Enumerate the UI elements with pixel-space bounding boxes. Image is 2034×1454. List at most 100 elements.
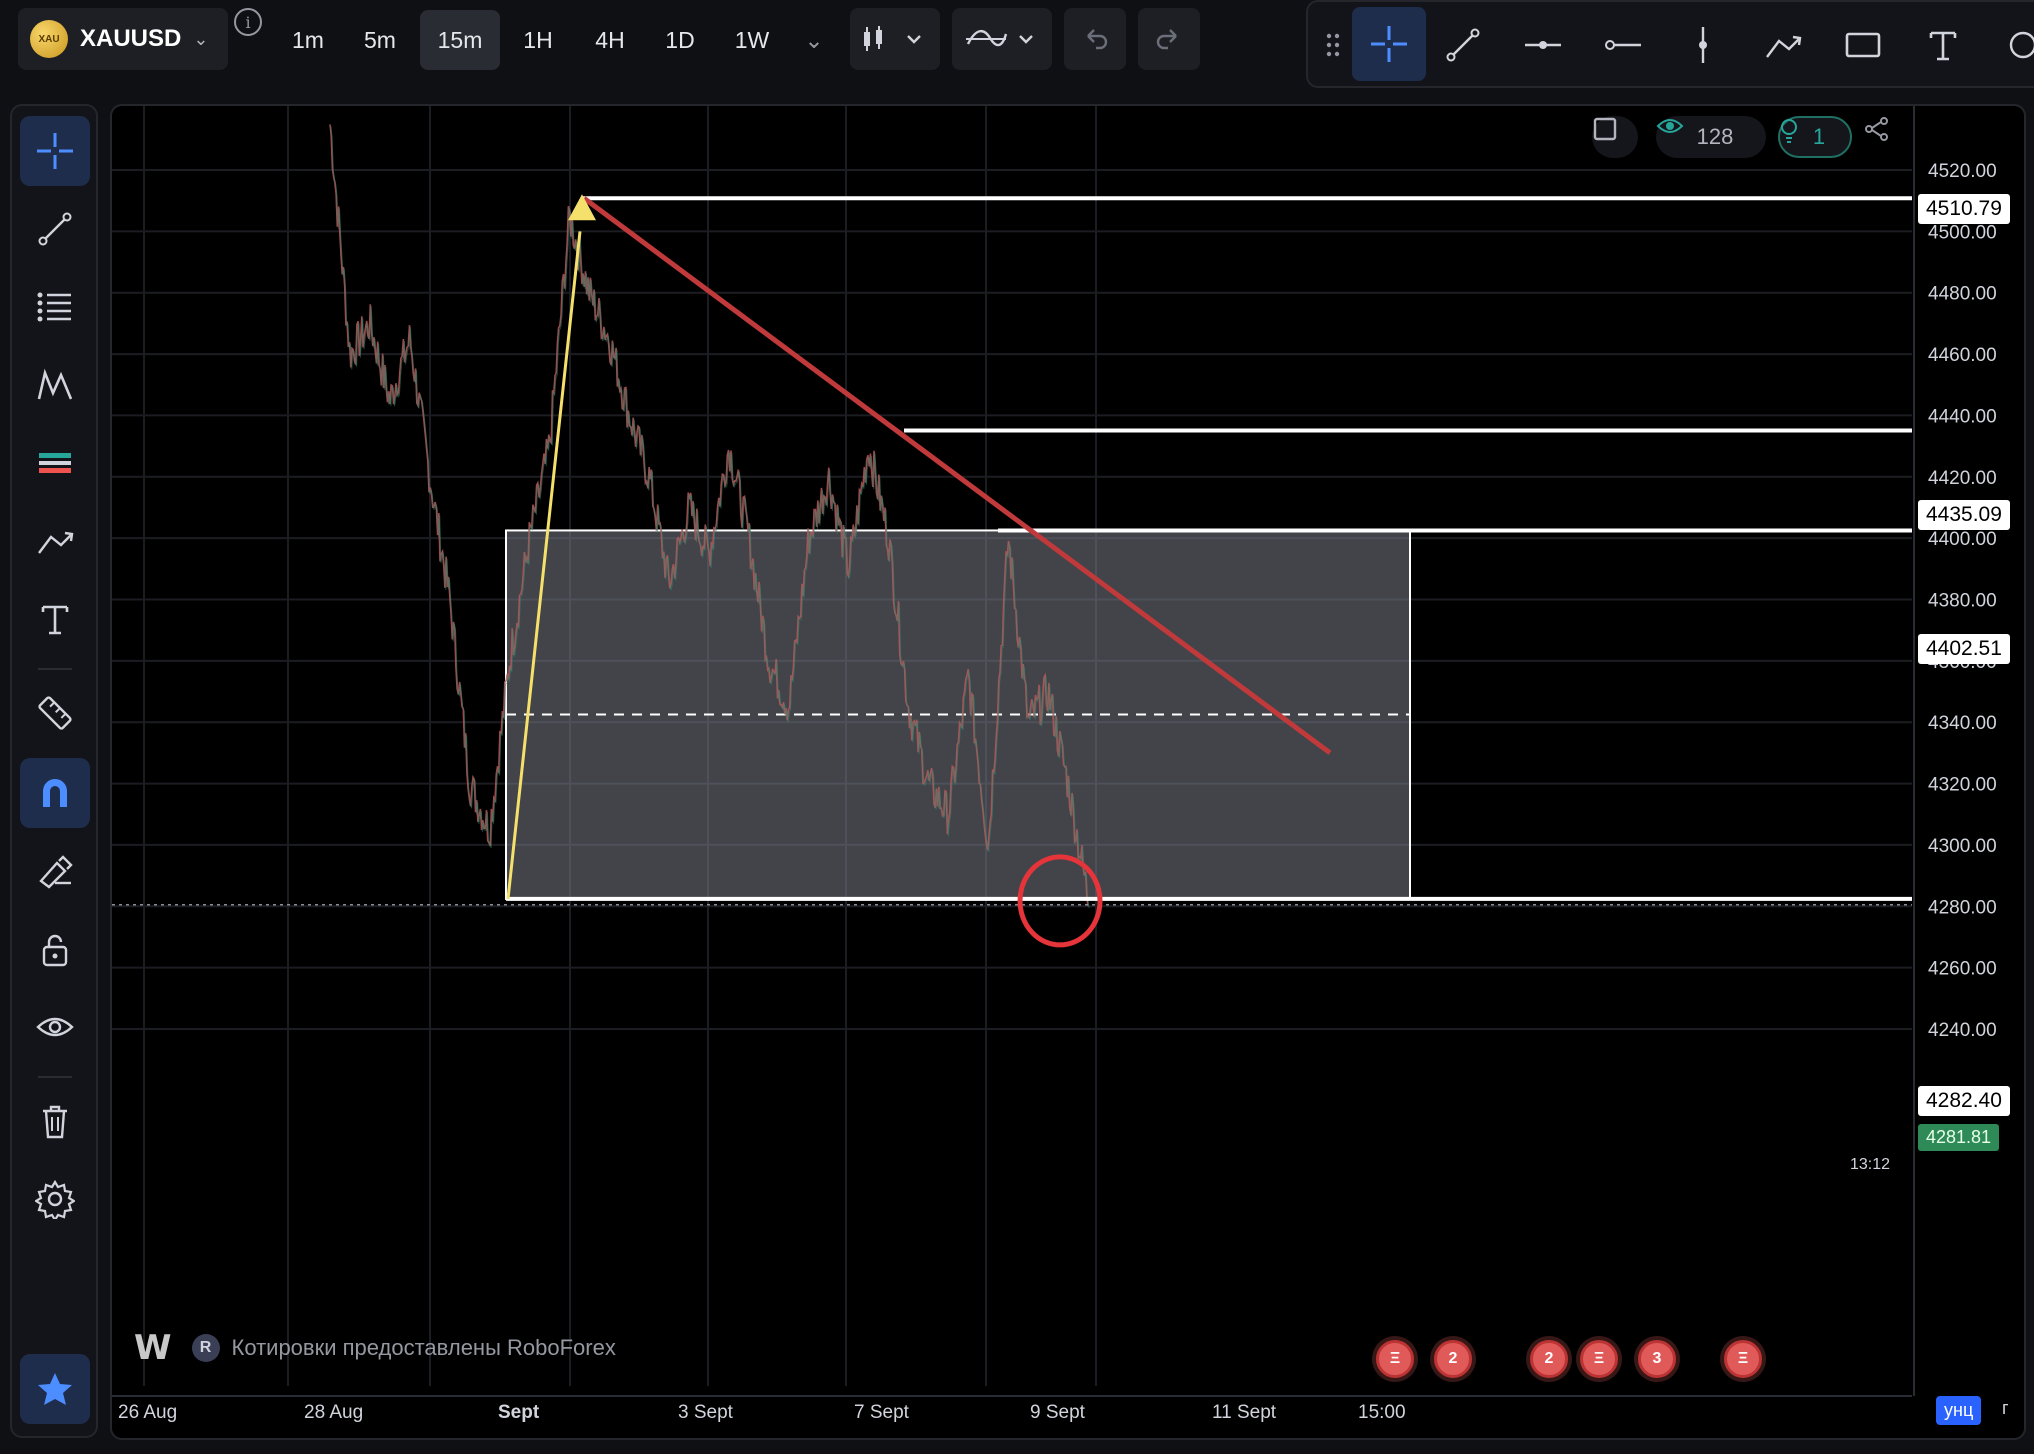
economic-event-icon[interactable]: Ξ xyxy=(1376,1340,1414,1378)
sidebar-measure[interactable] xyxy=(20,678,90,748)
ruler-icon xyxy=(38,696,72,730)
sidebar-prediction[interactable] xyxy=(20,428,90,498)
time-label: 15:00 xyxy=(1358,1402,1406,1423)
provider-text: Котировки предоставлены RoboForex xyxy=(231,1335,616,1360)
horizontal-ray-icon xyxy=(1605,40,1641,50)
price-tick-label: 4320.00 xyxy=(1928,775,1997,796)
star-icon xyxy=(38,1373,72,1405)
undo-icon xyxy=(1087,29,1108,50)
ideas-count: 1 xyxy=(1812,124,1826,149)
undo-button[interactable] xyxy=(1064,8,1126,70)
sidebar-settings[interactable] xyxy=(20,1164,90,1234)
square-icon xyxy=(1593,117,1617,141)
share-icon xyxy=(1865,117,1888,141)
timeframe-5m[interactable]: 5m xyxy=(350,10,410,70)
timeframe-1w[interactable]: 1W xyxy=(726,10,778,70)
gold-coin-icon: XAU xyxy=(30,20,68,58)
timeframe-more-chevron-icon[interactable]: ⌄ xyxy=(796,10,832,70)
economic-event-badge[interactable]: 3 xyxy=(1638,1340,1676,1378)
gear-icon xyxy=(35,1179,75,1219)
level-label-4510: 4510.79 xyxy=(1918,194,2010,224)
crosshair-icon xyxy=(37,133,73,169)
crosshair-tool[interactable] xyxy=(1352,7,1426,81)
sidebar-fib-tools[interactable] xyxy=(20,272,90,342)
timeframe-1h[interactable]: 1H xyxy=(512,10,564,70)
sidebar-magnet[interactable] xyxy=(20,758,90,828)
economic-event-icon[interactable]: Ξ xyxy=(1580,1340,1618,1378)
language-toggle[interactable]: унц xyxy=(1936,1396,1982,1425)
level-label-4282: 4282.40 xyxy=(1918,1086,2010,1116)
price-tick-label: 4460.00 xyxy=(1928,345,1997,366)
sidebar-lock[interactable] xyxy=(20,914,90,984)
timeframe-15m[interactable]: 15m xyxy=(420,10,500,70)
info-icon[interactable]: i xyxy=(234,8,262,36)
sidebar-delete[interactable] xyxy=(20,1086,90,1156)
eye-icon xyxy=(1656,119,1684,133)
indicators-icon xyxy=(966,30,1033,47)
text-icon xyxy=(41,605,69,635)
vertical-line-tool[interactable] xyxy=(1674,16,1732,74)
price-tick-label: 4500.00 xyxy=(1928,222,1997,243)
time-label: 3 Sept xyxy=(678,1402,733,1423)
trend-line-icon xyxy=(38,212,72,246)
eye-icon xyxy=(36,1017,74,1037)
vertical-line-icon xyxy=(1699,27,1707,63)
time-label: 11 Sept xyxy=(1212,1402,1277,1423)
redo-button[interactable] xyxy=(1138,8,1200,70)
trash-icon xyxy=(43,1105,67,1139)
time-label: 28 Aug xyxy=(304,1402,364,1423)
trend-line-tool[interactable] xyxy=(1434,16,1492,74)
position-icon xyxy=(39,453,71,473)
ideas-counter[interactable]: 1 xyxy=(1778,116,1852,158)
sidebar-text[interactable] xyxy=(20,584,90,654)
views-counter[interactable]: 128 xyxy=(1656,116,1766,158)
layout-toggle[interactable] xyxy=(1592,116,1638,158)
economic-event-badge[interactable]: 2 xyxy=(1434,1340,1472,1378)
sidebar-draw-mode[interactable] xyxy=(20,836,90,906)
share-button[interactable] xyxy=(1864,116,1904,158)
sidebar-favorites[interactable] xyxy=(20,1354,90,1424)
horizontal-ray-tool[interactable] xyxy=(1594,16,1652,74)
price-tick-label: 4280.00 xyxy=(1928,897,1997,918)
sidebar-patterns[interactable] xyxy=(20,350,90,420)
level-label-4435: 4435.09 xyxy=(1918,500,2010,530)
timeframe-1d[interactable]: 1D xyxy=(656,10,704,70)
horizontal-line-tool[interactable] xyxy=(1514,16,1572,74)
sidebar-separator xyxy=(38,1076,72,1078)
language-other[interactable]: г xyxy=(2002,1398,2009,1419)
price-tick-label: 4300.00 xyxy=(1928,836,1997,857)
sidebar-path[interactable] xyxy=(20,506,90,576)
sidebar-crosshair[interactable] xyxy=(20,116,90,186)
timeframe-1m[interactable]: 1m xyxy=(280,10,336,70)
indicators-button[interactable] xyxy=(952,8,1052,70)
more-tools-icon[interactable] xyxy=(1992,16,2034,74)
price-tick-label: 4480.00 xyxy=(1928,284,1997,305)
range-box-layer xyxy=(505,529,1411,900)
trend-line-icon xyxy=(1446,28,1480,62)
candles-icon xyxy=(864,26,921,51)
sidebar-visibility[interactable] xyxy=(20,992,90,1062)
symbol-selector[interactable]: XAU XAUUSD ⌄ xyxy=(18,8,228,70)
text-icon xyxy=(1929,31,1957,61)
drag-handle-icon[interactable] xyxy=(1318,16,1348,74)
economic-event-icon[interactable]: Ξ xyxy=(1724,1340,1762,1378)
top-toolbar: XAU XAUUSD ⌄ i 1m 5m 15m 1H 4H 1D 1W ⌄ xyxy=(0,0,2034,90)
path-tool[interactable] xyxy=(1754,16,1812,74)
chart-type-button[interactable] xyxy=(850,8,940,70)
chart-pane[interactable]: 4520.00 4500.00 4480.00 4460.00 4440.00 4420.… xyxy=(110,104,2026,1440)
economic-event-badge[interactable]: 2 xyxy=(1530,1340,1568,1378)
text-tool[interactable] xyxy=(1914,16,1972,74)
level-label-4402: 4402.51 xyxy=(1918,634,2010,664)
price-tick-label: 4420.00 xyxy=(1928,468,1997,489)
time-label: Sept xyxy=(498,1402,540,1423)
rectangle-tool[interactable] xyxy=(1834,16,1892,74)
current-price-label: 4281.81 xyxy=(1918,1124,2000,1151)
timeframe-4h[interactable]: 4H xyxy=(584,10,636,70)
list-lines-icon xyxy=(37,292,71,322)
data-provider-watermark: W R Котировки предоставлены RoboForex xyxy=(134,1328,616,1368)
price-chart[interactable]: 4520.00 4500.00 4480.00 4460.00 4440.00 4420.… xyxy=(112,106,2026,1440)
left-sidebar xyxy=(10,104,98,1438)
lightbulb-icon xyxy=(1781,119,1797,143)
price-tick-label: 4440.00 xyxy=(1928,406,1997,427)
sidebar-trend-line[interactable] xyxy=(20,194,90,264)
